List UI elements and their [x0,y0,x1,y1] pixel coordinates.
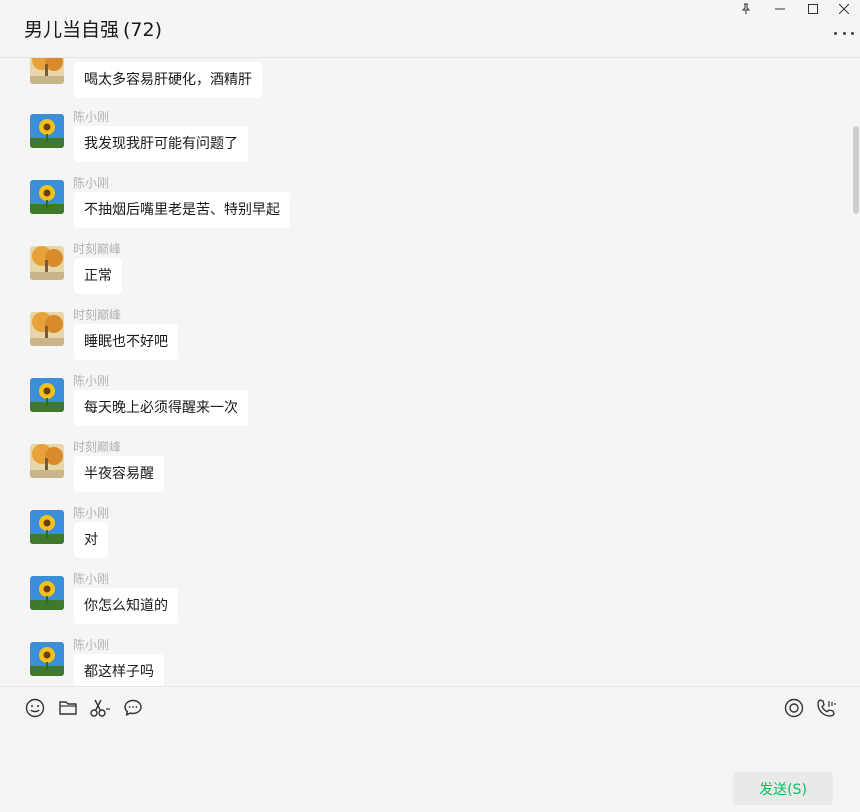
more-options-icon[interactable] [834,26,854,40]
autumn-tree-avatar[interactable] [30,312,64,346]
voice-call-icon[interactable] [815,697,837,719]
chat-title[interactable]: 男儿当自强 (72) [24,15,162,42]
scissors-icon[interactable] [89,697,111,719]
message-bubble[interactable]: 正常 [74,258,122,294]
sender-name: 陈小刚 [73,572,110,586]
message-input[interactable] [20,728,840,768]
autumn-tree-avatar[interactable] [30,444,64,478]
member-count: (72) [123,19,163,41]
message-bubble[interactable]: 半夜容易醒 [74,456,164,492]
message-bubble[interactable]: 对 [74,522,108,558]
message-bubble[interactable]: 我发现我肝可能有问题了 [74,126,248,162]
sender-name: 时刻巅峰 [73,242,122,256]
message-bubble[interactable]: 喝太多容易肝硬化，酒精肝 [74,62,262,98]
sunflower-avatar[interactable] [30,180,64,214]
message-list[interactable]: 喝太多容易肝硬化，酒精肝 陈小刚 我发现我肝可能有问题了 陈小刚 不抽烟后嘴里老… [0,58,860,686]
emoji-icon[interactable] [24,697,46,719]
sender-name: 时刻巅峰 [73,440,122,454]
toolbar-divider [0,686,860,687]
message-bubble[interactable]: 每天晚上必须得醒来一次 [74,390,248,426]
minimize-icon[interactable] [765,0,795,18]
message-bubble[interactable]: 不抽烟后嘴里老是苦、特别早起 [74,192,290,228]
sender-name: 陈小刚 [73,506,110,520]
chat-scrollbar[interactable] [853,126,859,214]
maximize-icon[interactable] [798,0,828,18]
autumn-tree-avatar[interactable] [30,58,64,84]
sunflower-avatar[interactable] [30,378,64,412]
sender-name: 陈小刚 [73,374,110,388]
pin-icon[interactable] [731,0,761,18]
message-bubble[interactable]: 你怎么知道的 [74,588,178,624]
sunflower-avatar[interactable] [30,510,64,544]
send-button[interactable]: 发送(S) [733,772,833,805]
message-bubble[interactable]: 都这样子吗 [74,654,164,686]
sunflower-avatar[interactable] [30,642,64,676]
autumn-tree-avatar[interactable] [30,246,64,280]
sender-name: 陈小刚 [73,176,110,190]
chat-history-icon[interactable] [122,697,144,719]
live-icon[interactable] [783,697,805,719]
sunflower-avatar[interactable] [30,576,64,610]
chat-header: 男儿当自强 (72) [0,0,860,58]
sender-name: 陈小刚 [73,638,110,652]
folder-icon[interactable] [57,697,79,719]
sender-name: 陈小刚 [73,110,110,124]
group-name: 男儿当自强 [24,19,120,41]
close-icon[interactable] [829,0,859,18]
message-bubble[interactable]: 睡眠也不好吧 [74,324,178,360]
sender-name: 时刻巅峰 [73,308,122,322]
sunflower-avatar[interactable] [30,114,64,148]
